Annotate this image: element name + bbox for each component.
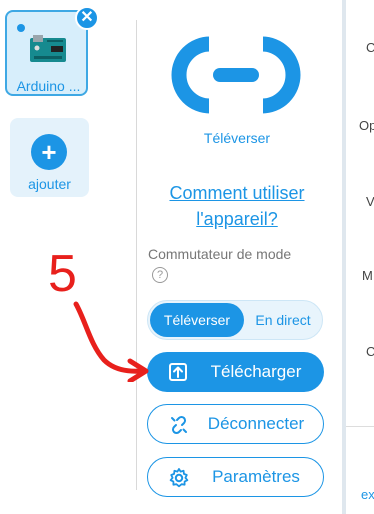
disconnect-button[interactable]: Déconnecter — [147, 404, 324, 444]
download-label: Télécharger — [210, 362, 302, 381]
disconnect-label: Déconnecter — [207, 414, 305, 433]
mode-toggle: Téléverser En direct — [147, 300, 323, 340]
upload-mode-link-icon — [171, 36, 301, 114]
panel-fragment-1: C — [366, 40, 374, 55]
panel-bottom-link[interactable]: ex — [361, 487, 374, 502]
panel-fragment-3: V — [366, 194, 374, 209]
download-button[interactable]: Télécharger — [147, 352, 324, 392]
column-divider — [136, 20, 137, 490]
help-question-icon[interactable]: ? — [152, 267, 168, 283]
settings-button[interactable]: Paramètres — [147, 457, 324, 497]
settings-label: Paramètres — [212, 467, 300, 486]
upload-arrow-icon — [167, 361, 189, 383]
mode-toggle-upload[interactable]: Téléverser — [150, 303, 244, 337]
mode-title: Téléverser — [203, 130, 271, 146]
panel-fragment-5: C — [366, 344, 374, 359]
plus-icon: + — [31, 134, 67, 170]
panel-fragment-4: M — [362, 268, 373, 283]
device-name: Arduino ... — [16, 78, 81, 94]
connected-status-dot — [17, 24, 25, 32]
add-device-label: ajouter — [28, 176, 71, 192]
panel-fragment-2: Op — [359, 118, 374, 133]
mode-toggle-live[interactable]: En direct — [246, 303, 320, 337]
properties-panel-partial — [342, 0, 374, 514]
panel-edge — [342, 0, 346, 514]
broken-link-icon — [168, 414, 190, 436]
arduino-board-icon — [30, 35, 66, 62]
remove-device-close-icon[interactable]: ✕ — [75, 6, 99, 30]
gear-icon — [168, 467, 190, 489]
panel-divider — [346, 426, 374, 427]
how-to-use-device-link[interactable]: Comment utiliser l'appareil? — [137, 180, 337, 232]
annotation-arrow-icon — [73, 301, 149, 382]
add-device-button[interactable]: + ajouter — [10, 118, 89, 197]
mode-switch-label: Commutateur de mode — [148, 246, 292, 262]
